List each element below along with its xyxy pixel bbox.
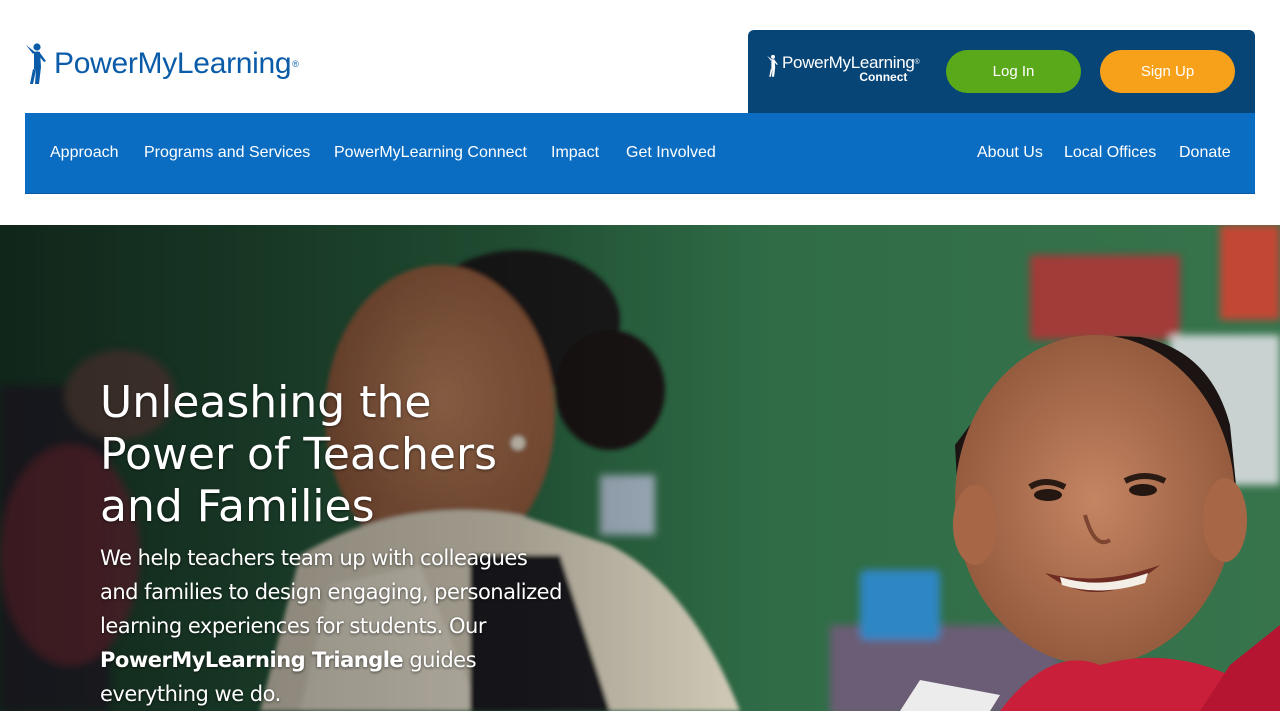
jumping-figure-icon [767,54,778,77]
connect-panel: PowerMyLearning® Connect Log In Sign Up [748,30,1255,114]
nav-item-about-us[interactable]: About Us [977,143,1043,163]
nav-item-approach[interactable]: Approach [50,143,119,163]
connect-logo[interactable]: PowerMyLearning® Connect [766,53,920,84]
jumping-figure-icon [26,43,46,84]
main-nav: Approach Programs and Services PowerMyLe… [25,113,1255,194]
registered-mark: ® [292,59,299,69]
hero-description-text: We help teachers team up with colleagues… [100,546,562,638]
brand-name: PowerMyLearning [54,47,292,80]
nav-item-donate[interactable]: Donate [1179,143,1231,163]
connect-logo-wordmark: PowerMyLearning® Connect [782,53,920,84]
sign-up-button[interactable]: Sign Up [1100,50,1235,93]
nav-item-powermylearning-connect[interactable]: PowerMyLearning Connect [334,143,527,163]
hero-description: We help teachers team up with colleagues… [100,541,570,711]
connect-logo-sub: Connect [859,70,908,84]
nav-item-local-offices[interactable]: Local Offices [1064,143,1156,163]
brand-logo[interactable]: PowerMyLearning ® [24,42,299,86]
hero-section: Unleashing the Power of Teachers and Fam… [0,225,1280,711]
nav-item-impact[interactable]: Impact [551,143,599,163]
hero-title-line: Unleashing the [100,377,432,428]
hero-title: Unleashing the Power of Teachers and Fam… [100,377,560,533]
nav-item-get-involved[interactable]: Get Involved [626,143,716,163]
hero-title-line: and Families [100,481,375,532]
nav-item-programs-and-services[interactable]: Programs and Services [144,143,310,163]
page: PowerMyLearning ® PowerMyLearning® Conne… [0,0,1280,711]
connect-logo-main: PowerMyLearning® [782,53,920,72]
hero-title-line: Power of Teachers [100,429,498,480]
log-in-button[interactable]: Log In [946,50,1081,93]
triangle-link[interactable]: PowerMyLearning Triangle [100,648,404,672]
